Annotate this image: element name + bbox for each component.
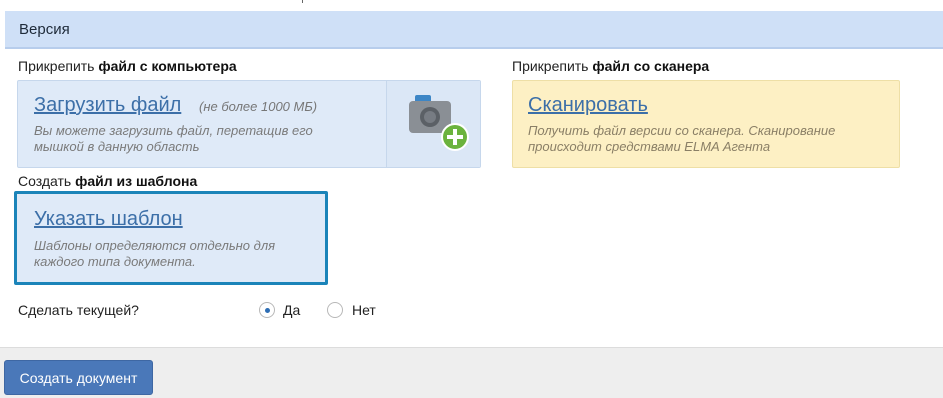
radio-yes-label[interactable]: Да bbox=[283, 302, 300, 318]
section-title: Версия bbox=[19, 21, 70, 38]
upload-label: Прикрепить файл с компьютера bbox=[18, 58, 237, 74]
scan-desc-line1: Получить файл версии со сканера. Сканиро… bbox=[528, 123, 836, 138]
template-label-bold: файл из шаблона bbox=[75, 173, 198, 189]
scan-label: Прикрепить файл со сканера bbox=[512, 58, 709, 74]
create-document-form: Версия Прикрепить файл с компьютера Загр… bbox=[0, 0, 943, 398]
scan-description: Получить файл версии со сканера. Сканиро… bbox=[528, 123, 888, 155]
upload-desc-line1: Вы можете загрузить файл, перетащив его bbox=[34, 123, 313, 138]
divider-tick bbox=[302, 0, 303, 3]
scan-label-bold: файл со сканера bbox=[592, 58, 710, 74]
radio-yes[interactable] bbox=[259, 302, 275, 318]
template-label-prefix: Создать bbox=[18, 173, 76, 189]
upload-file-link[interactable]: Загрузить файл bbox=[34, 94, 181, 117]
radio-no-label[interactable]: Нет bbox=[352, 302, 376, 318]
select-template-link[interactable]: Указать шаблон bbox=[34, 208, 183, 231]
upload-dropzone[interactable]: Загрузить файл (не более 1000 МБ) Вы мож… bbox=[17, 80, 481, 168]
template-desc-line1: Шаблоны определяются отдельно для bbox=[34, 238, 276, 253]
upload-desc-line2: мышкой в данную область bbox=[34, 139, 200, 154]
upload-label-prefix: Прикрепить bbox=[18, 58, 99, 74]
camera-add-icon bbox=[409, 95, 469, 151]
scan-link[interactable]: Сканировать bbox=[528, 94, 648, 117]
template-label: Создать файл из шаблона bbox=[18, 173, 197, 189]
radio-no[interactable] bbox=[327, 302, 343, 318]
make-current-question: Сделать текущей? bbox=[18, 302, 139, 318]
upload-icon-area[interactable] bbox=[386, 81, 480, 167]
scan-desc-line2: происходит средствами ELMA Агента bbox=[528, 139, 771, 154]
scan-card[interactable]: Сканировать Получить файл версии со скан… bbox=[512, 80, 900, 168]
section-header: Версия bbox=[5, 11, 943, 49]
upload-description: Вы можете загрузить файл, перетащив его … bbox=[34, 123, 374, 155]
upload-label-bold: файл с компьютера bbox=[98, 58, 237, 74]
template-desc-line2: каждого типа документа. bbox=[34, 254, 196, 269]
template-card[interactable]: Указать шаблон Шаблоны определяются отде… bbox=[14, 191, 328, 285]
scan-label-prefix: Прикрепить bbox=[512, 58, 593, 74]
upload-size-hint: (не более 1000 МБ) bbox=[199, 99, 318, 114]
create-document-button[interactable]: Создать документ bbox=[4, 360, 153, 395]
template-description: Шаблоны определяются отдельно для каждог… bbox=[34, 238, 314, 270]
